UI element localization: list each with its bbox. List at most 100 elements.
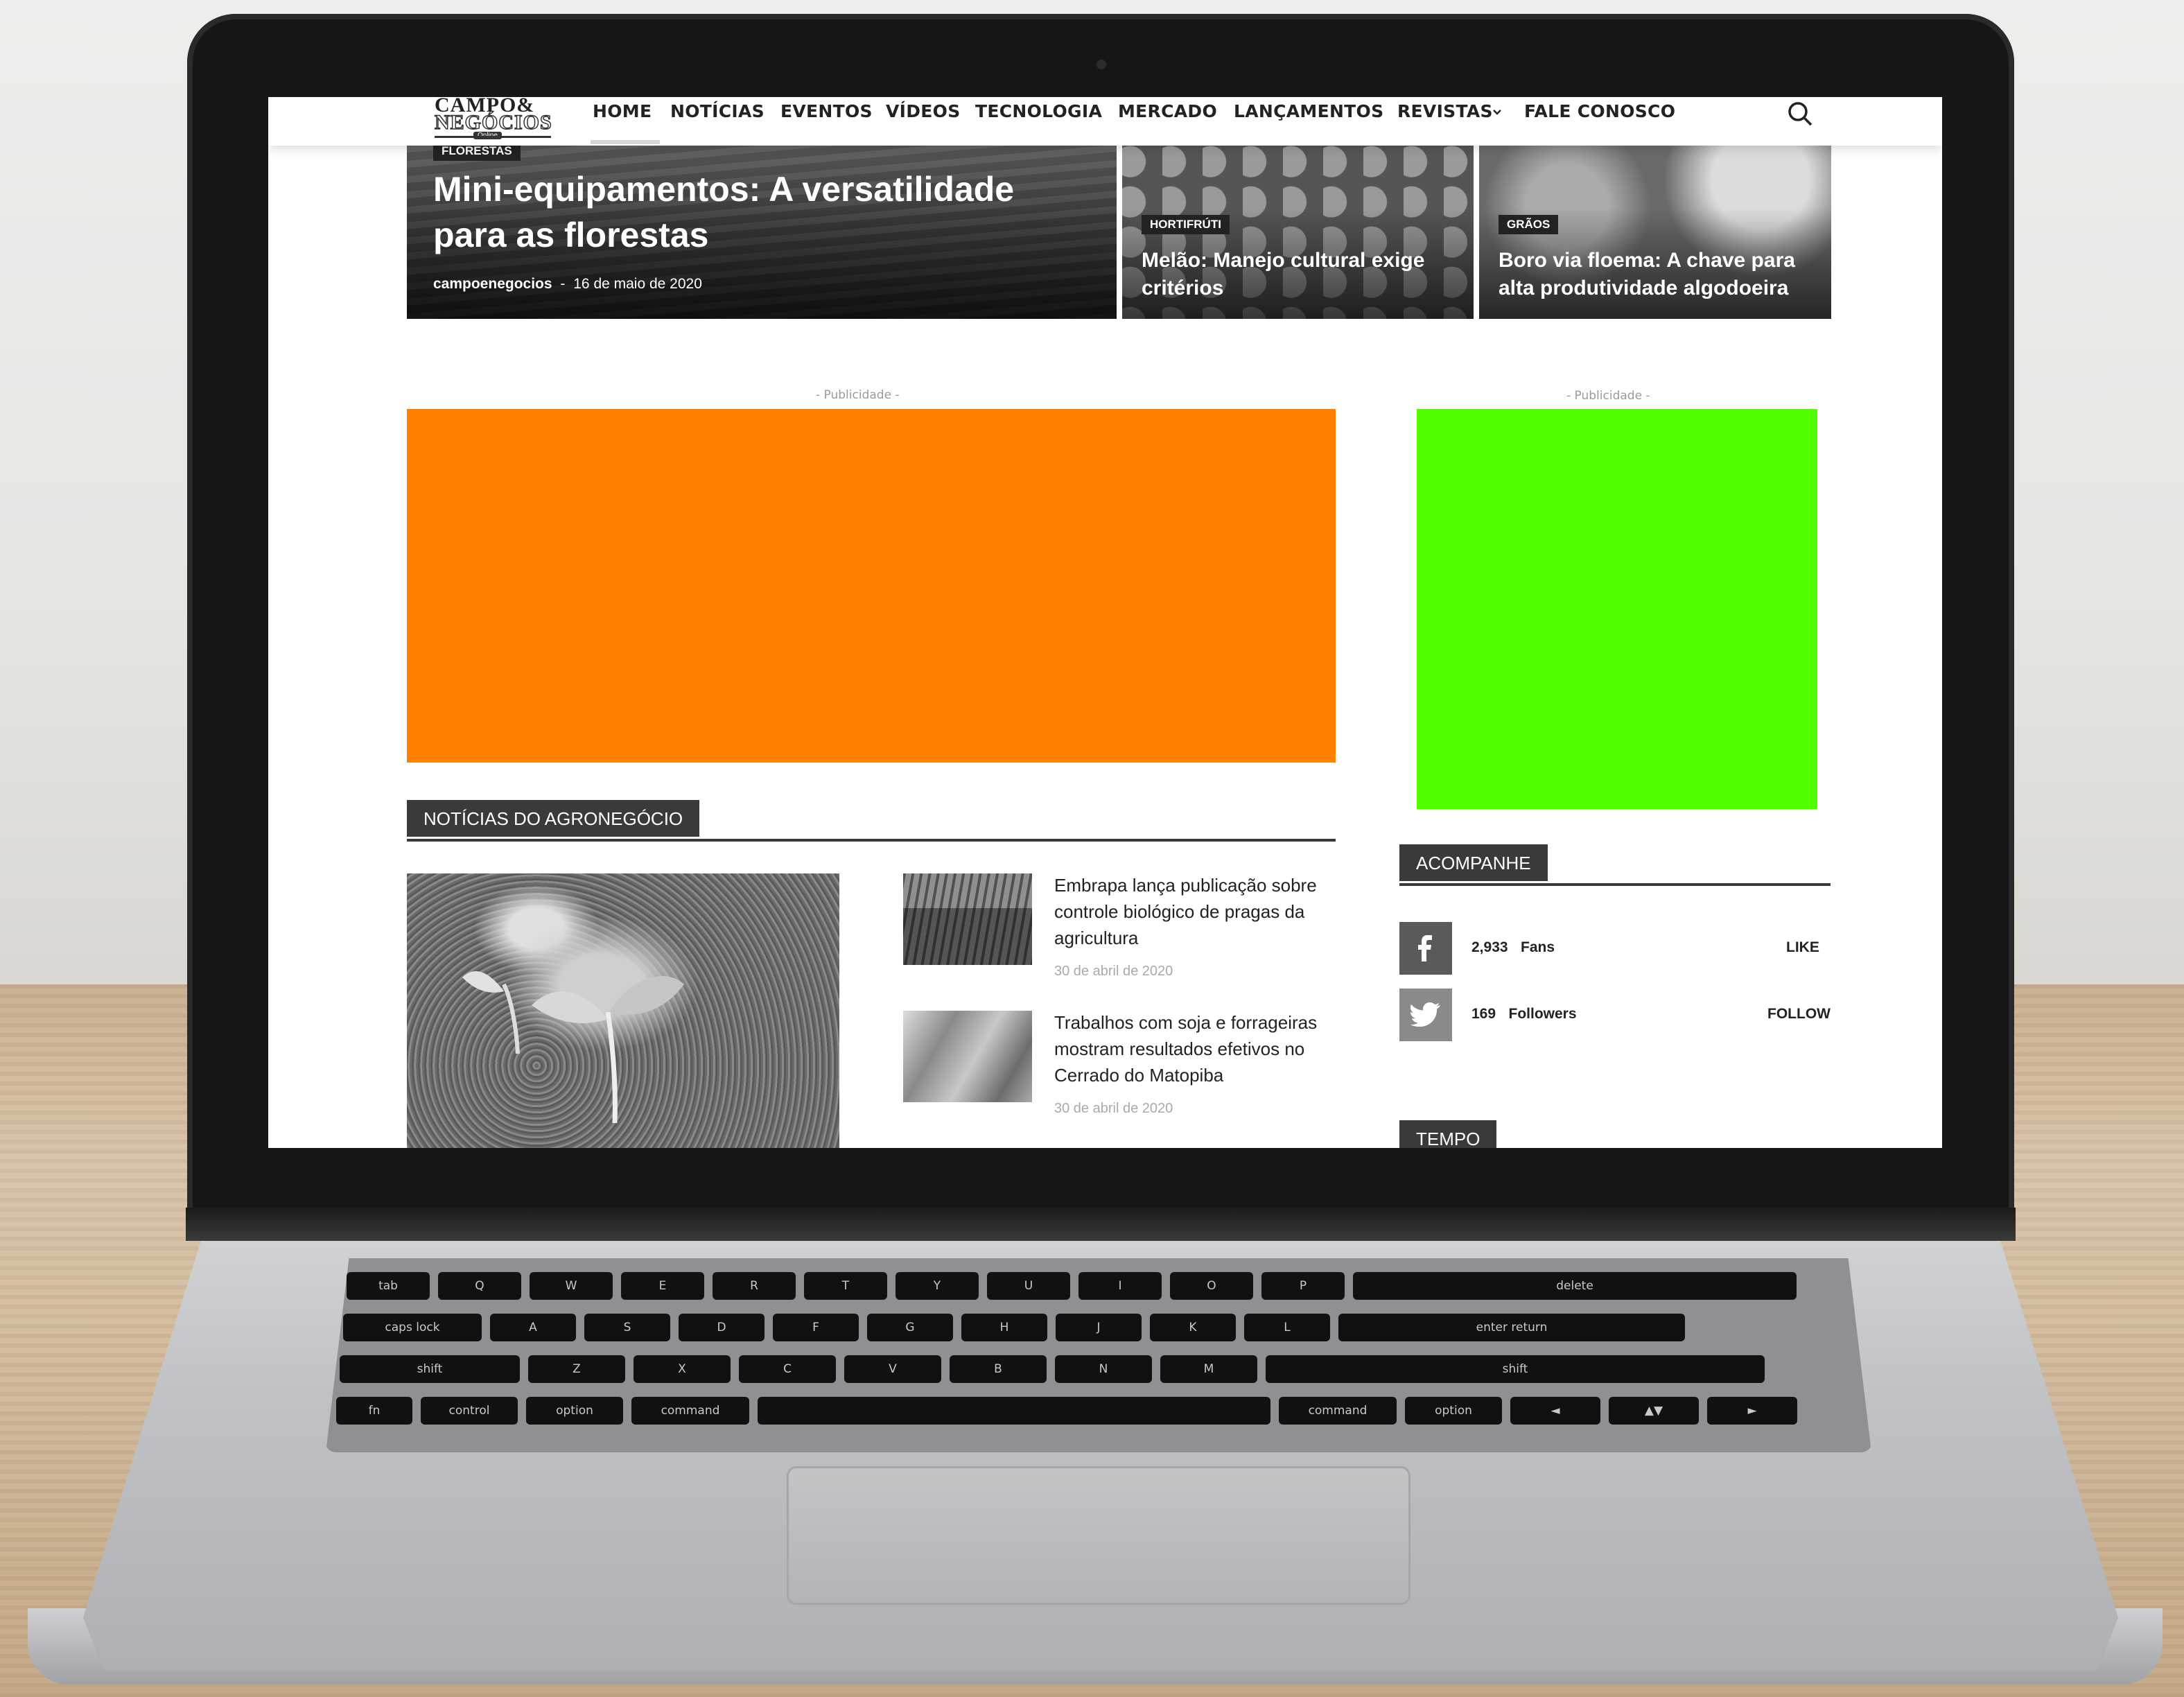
news-date-1: 30 de abril de 2020 [1054, 964, 1173, 979]
nav-revistas[interactable]: REVISTAS [1397, 101, 1493, 126]
key: X [634, 1355, 731, 1383]
news-block-title[interactable]: NOTÍCIAS DO AGRONEGÓCIO [407, 800, 700, 837]
arrow-left-key: ◄ [1510, 1397, 1600, 1425]
facebook-count: 2,933 [1471, 939, 1508, 955]
news-block-header: NOTÍCIAS DO AGRONEGÓCIO [407, 800, 1336, 842]
key: O [1170, 1272, 1253, 1300]
weather-block-title: TEMPO [1399, 1120, 1497, 1148]
follow-block-title: ACOMPANHE [1399, 844, 1548, 881]
news-thumbnail-1[interactable] [903, 873, 1032, 965]
key: C [739, 1355, 836, 1383]
key: U [987, 1272, 1070, 1300]
chevron-down-icon[interactable] [1492, 107, 1503, 118]
key: caps lock [343, 1314, 482, 1341]
spacebar [758, 1397, 1270, 1425]
hero-article-2-title[interactable]: Melão: Manejo cultural exige critérios [1142, 247, 1460, 302]
key: command [631, 1397, 749, 1425]
site-logo[interactable]: CAMPO& NEGÓCIOS Online [434, 97, 554, 140]
nav-fale-conosco[interactable]: FALE CONOSCO [1524, 101, 1675, 126]
key: B [950, 1355, 1047, 1383]
news-title-2[interactable]: Trabalhos com soja e forrageiras mostram… [1054, 1009, 1345, 1088]
nav-home[interactable]: HOME [593, 101, 652, 126]
key: D [679, 1314, 765, 1341]
browser-viewport: CAMPO& NEGÓCIOS Online HOME NOTÍCIAS EVE… [268, 97, 1942, 1148]
news-thumbnail-2[interactable] [903, 1011, 1032, 1102]
key: command [1279, 1397, 1397, 1425]
facebook-icon[interactable] [1399, 922, 1452, 975]
hero-main-meta: campoenegocios - 16 de maio de 2020 [433, 276, 702, 293]
post-date: 16 de maio de 2020 [573, 276, 702, 292]
keyboard-row-3: shift Z X C V B N M shift [340, 1355, 1765, 1383]
webcam [1097, 60, 1106, 69]
key: J [1056, 1314, 1142, 1341]
twitter-stats: 169 Followers [1471, 1006, 1577, 1022]
facebook-stats: 2,933 Fans [1471, 939, 1555, 956]
header-bar: CAMPO& NEGÓCIOS Online HOME NOTÍCIAS EVE… [268, 97, 1942, 146]
hero-article-3[interactable]: GRÃOS Boro via floema: A chave para alta… [1479, 146, 1831, 319]
twitter-follow-button[interactable]: FOLLOW [1767, 1006, 1831, 1022]
nav-eventos[interactable]: EVENTOS [780, 101, 873, 126]
search-icon[interactable] [1786, 100, 1814, 128]
facebook-like-button[interactable]: LIKE [1786, 939, 1819, 956]
category-tag[interactable]: FLORESTAS [433, 146, 521, 161]
key: shift [1266, 1355, 1765, 1383]
category-tag[interactable]: GRÃOS [1499, 215, 1559, 234]
laptop-hinge [186, 1208, 2016, 1241]
hero-article-2[interactable]: HORTIFRÚTI Melão: Manejo cultural exige … [1122, 146, 1474, 319]
key: Y [896, 1272, 979, 1300]
meta-separator: - [560, 276, 566, 292]
key: N [1055, 1355, 1152, 1383]
logo-underline [435, 136, 551, 138]
weather-block-header: TEMPO [1399, 1120, 1831, 1148]
twitter-icon[interactable] [1399, 989, 1452, 1041]
key: I [1078, 1272, 1162, 1300]
nav-lancamentos[interactable]: LANÇAMENTOS [1234, 101, 1383, 126]
logo-line-2: NEGÓCIOS [434, 111, 552, 134]
nav-videos[interactable]: VÍDEOS [886, 101, 961, 126]
key: G [867, 1314, 953, 1341]
key: E [621, 1272, 704, 1300]
hero-main-article[interactable]: FLORESTAS Mini-equipamentos: A versatili… [407, 146, 1117, 319]
nav-mercado[interactable]: MERCADO [1118, 101, 1217, 126]
ad-label: - Publicidade - [816, 388, 900, 402]
nav-tecnologia[interactable]: TECNOLOGIA [975, 101, 1102, 126]
seedling-illustration [462, 971, 684, 1124]
news-title-1[interactable]: Embrapa lança publicação sobre controle … [1054, 872, 1345, 951]
key: enter return [1338, 1314, 1685, 1341]
key: Q [438, 1272, 521, 1300]
key: V [844, 1355, 941, 1383]
key: R [713, 1272, 796, 1300]
arrow-up-down-key: ▲▼ [1609, 1397, 1699, 1425]
key: Z [528, 1355, 625, 1383]
key: T [804, 1272, 887, 1300]
hero-main-title[interactable]: Mini-equipamentos: A versatilidade para … [433, 166, 1057, 258]
nav-noticias[interactable]: NOTÍCIAS [670, 101, 765, 126]
key: delete [1353, 1272, 1797, 1300]
key: L [1244, 1314, 1330, 1341]
touchpad [787, 1466, 1410, 1605]
news-date-2: 30 de abril de 2020 [1054, 1101, 1173, 1116]
key: P [1261, 1272, 1345, 1300]
key: K [1150, 1314, 1236, 1341]
key: H [961, 1314, 1047, 1341]
key: S [584, 1314, 670, 1341]
category-tag[interactable]: HORTIFRÚTI [1142, 215, 1230, 234]
key: option [526, 1397, 623, 1425]
keyboard-row-2: caps lock A S D F G H J K L enter return [343, 1314, 1685, 1341]
news-featured-image[interactable] [407, 873, 839, 1148]
key: F [773, 1314, 859, 1341]
nav-active-indicator [591, 140, 660, 144]
key: fn [336, 1397, 412, 1425]
keyboard-row-4: fn control option command command option… [336, 1397, 1797, 1425]
author-name[interactable]: campoenegocios [433, 276, 552, 292]
key: W [530, 1272, 613, 1300]
key: M [1160, 1355, 1257, 1383]
ad-banner-main[interactable] [407, 409, 1336, 763]
key: option [1405, 1397, 1502, 1425]
hero-article-3-title[interactable]: Boro via floema: A chave para alta produ… [1499, 247, 1817, 302]
key: tab [347, 1272, 430, 1300]
ad-label: - Publicidade - [1566, 389, 1650, 403]
key: control [421, 1397, 518, 1425]
twitter-unit: Followers [1508, 1006, 1577, 1022]
ad-banner-sidebar[interactable] [1417, 409, 1817, 809]
